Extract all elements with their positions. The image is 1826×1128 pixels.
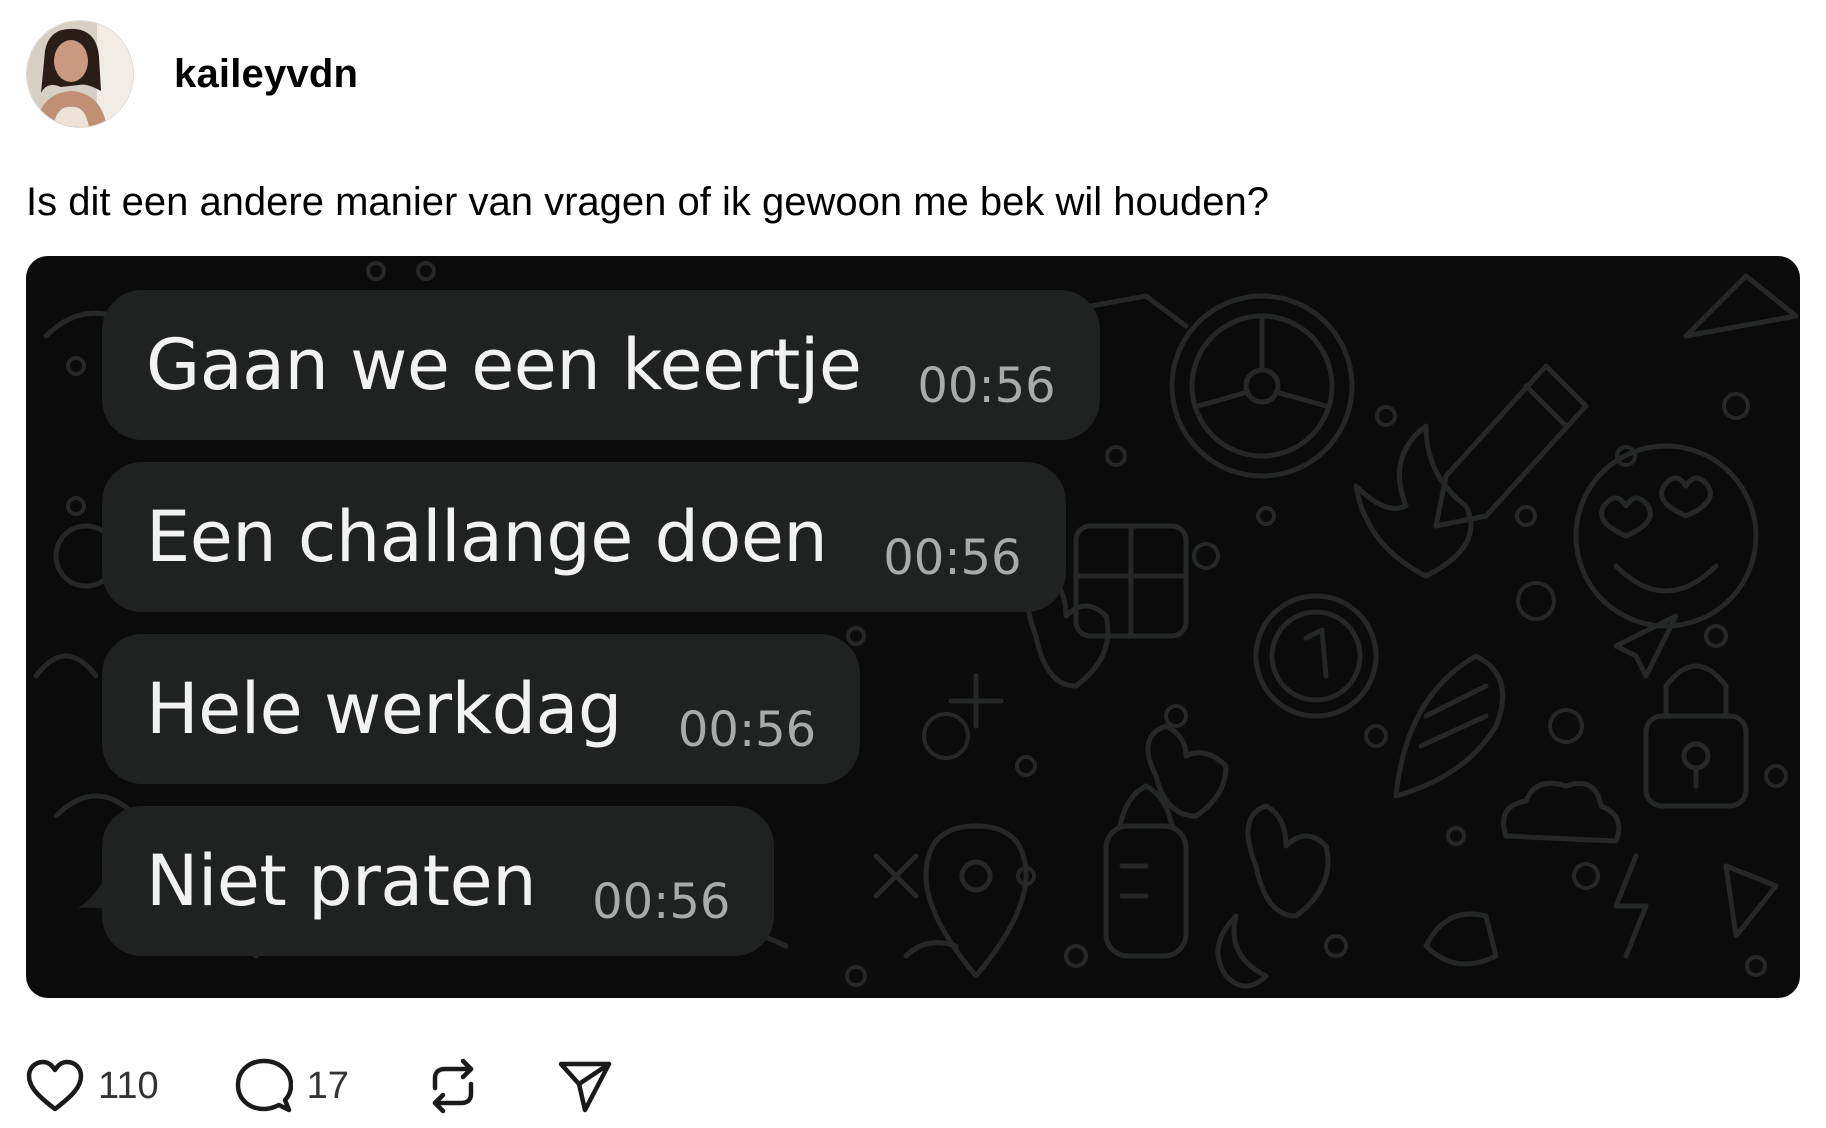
message-timestamp: 00:56 (592, 874, 731, 930)
post-actions: 110 17 (26, 1058, 689, 1114)
message-timestamp: 00:56 (883, 530, 1022, 586)
message-timestamp: 00:56 (677, 702, 817, 758)
comment-button[interactable]: 17 (235, 1058, 349, 1114)
message-text: Een challange doen (146, 496, 828, 578)
post-image[interactable]: Gaan we een keertje 00:56 Een challange … (26, 256, 1800, 998)
like-button[interactable]: 110 (26, 1059, 159, 1113)
repost-button[interactable] (425, 1058, 481, 1114)
username[interactable]: kaileyvdn (174, 52, 358, 97)
speech-bubble-icon (235, 1058, 293, 1113)
send-icon (558, 1061, 612, 1113)
like-count: 110 (98, 1064, 159, 1107)
repost-icon (432, 1058, 474, 1114)
message-bubble[interactable]: Gaan we een keertje 00:56 (102, 290, 1100, 440)
share-button[interactable] (557, 1058, 613, 1114)
message-text: Gaan we een keertje (146, 324, 862, 406)
message-timestamp: 00:56 (917, 358, 1056, 414)
message-bubble[interactable]: Niet praten 00:56 (102, 806, 775, 956)
post-header: kaileyvdn (26, 20, 358, 128)
message-bubble[interactable]: Hele werkdag 00:56 (102, 634, 861, 784)
comment-count: 17 (306, 1064, 349, 1107)
post-caption: Is dit een andere manier van vragen of i… (26, 180, 1269, 224)
message-text: Hele werkdag (146, 668, 622, 750)
message-bubble-tail (78, 866, 138, 916)
message-text: Niet praten (146, 840, 537, 922)
avatar[interactable] (26, 20, 134, 128)
avatar-image (27, 21, 133, 127)
heart-icon (26, 1059, 84, 1112)
message-bubble[interactable]: Een challange doen 00:56 (102, 462, 1066, 612)
